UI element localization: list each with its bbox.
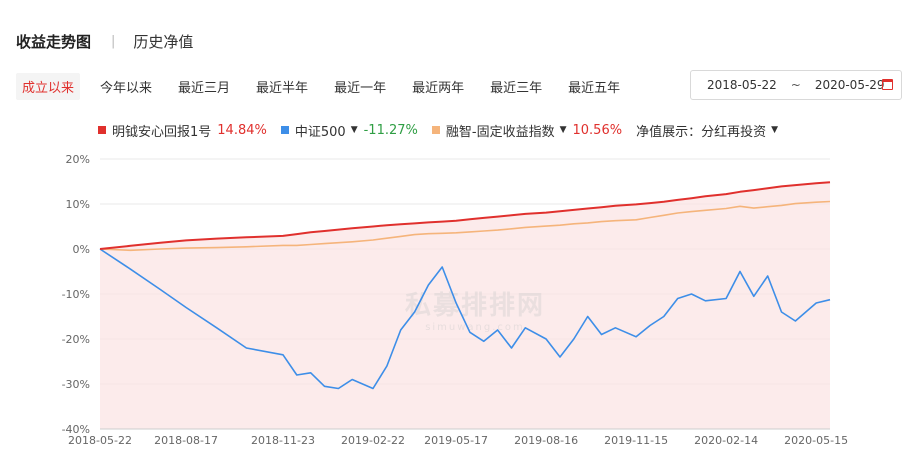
watermark: 私募排排网 simuwang.com [405, 291, 545, 333]
x-tick-label: 2019-08-16 [514, 434, 578, 447]
x-tick-label: 2019-02-22 [341, 434, 405, 447]
x-tick-label: 2018-05-22 [68, 434, 132, 447]
x-tick-label: 2018-11-23 [251, 434, 315, 447]
x-tick-label: 2018-08-17 [154, 434, 218, 447]
watermark-subtext: simuwang.com [425, 322, 525, 333]
y-tick-label: -10% [62, 288, 90, 301]
y-tick-label: 20% [66, 153, 90, 166]
watermark-text: 私募排排网 [405, 291, 545, 321]
x-tick-label: 2019-11-15 [604, 434, 668, 447]
x-axis: 2018-05-22 2018-08-17 2018-11-23 2019-02-22… [68, 428, 848, 447]
return-chart[interactable]: 私募排排网 simuwang.com 20%10%0%-10%-20%-30%-… [0, 0, 915, 459]
y-tick-label: 10% [66, 198, 90, 211]
x-tick-label: 2019-05-17 [424, 434, 488, 447]
x-tick-label: 2020-02-14 [694, 434, 758, 447]
y-axis: 20%10%0%-10%-20%-30%-40% [62, 153, 90, 436]
y-tick-label: -30% [62, 378, 90, 391]
y-tick-label: 0% [73, 243, 90, 256]
x-tick-label: 2020-05-15 [784, 434, 848, 447]
y-tick-label: -20% [62, 333, 90, 346]
